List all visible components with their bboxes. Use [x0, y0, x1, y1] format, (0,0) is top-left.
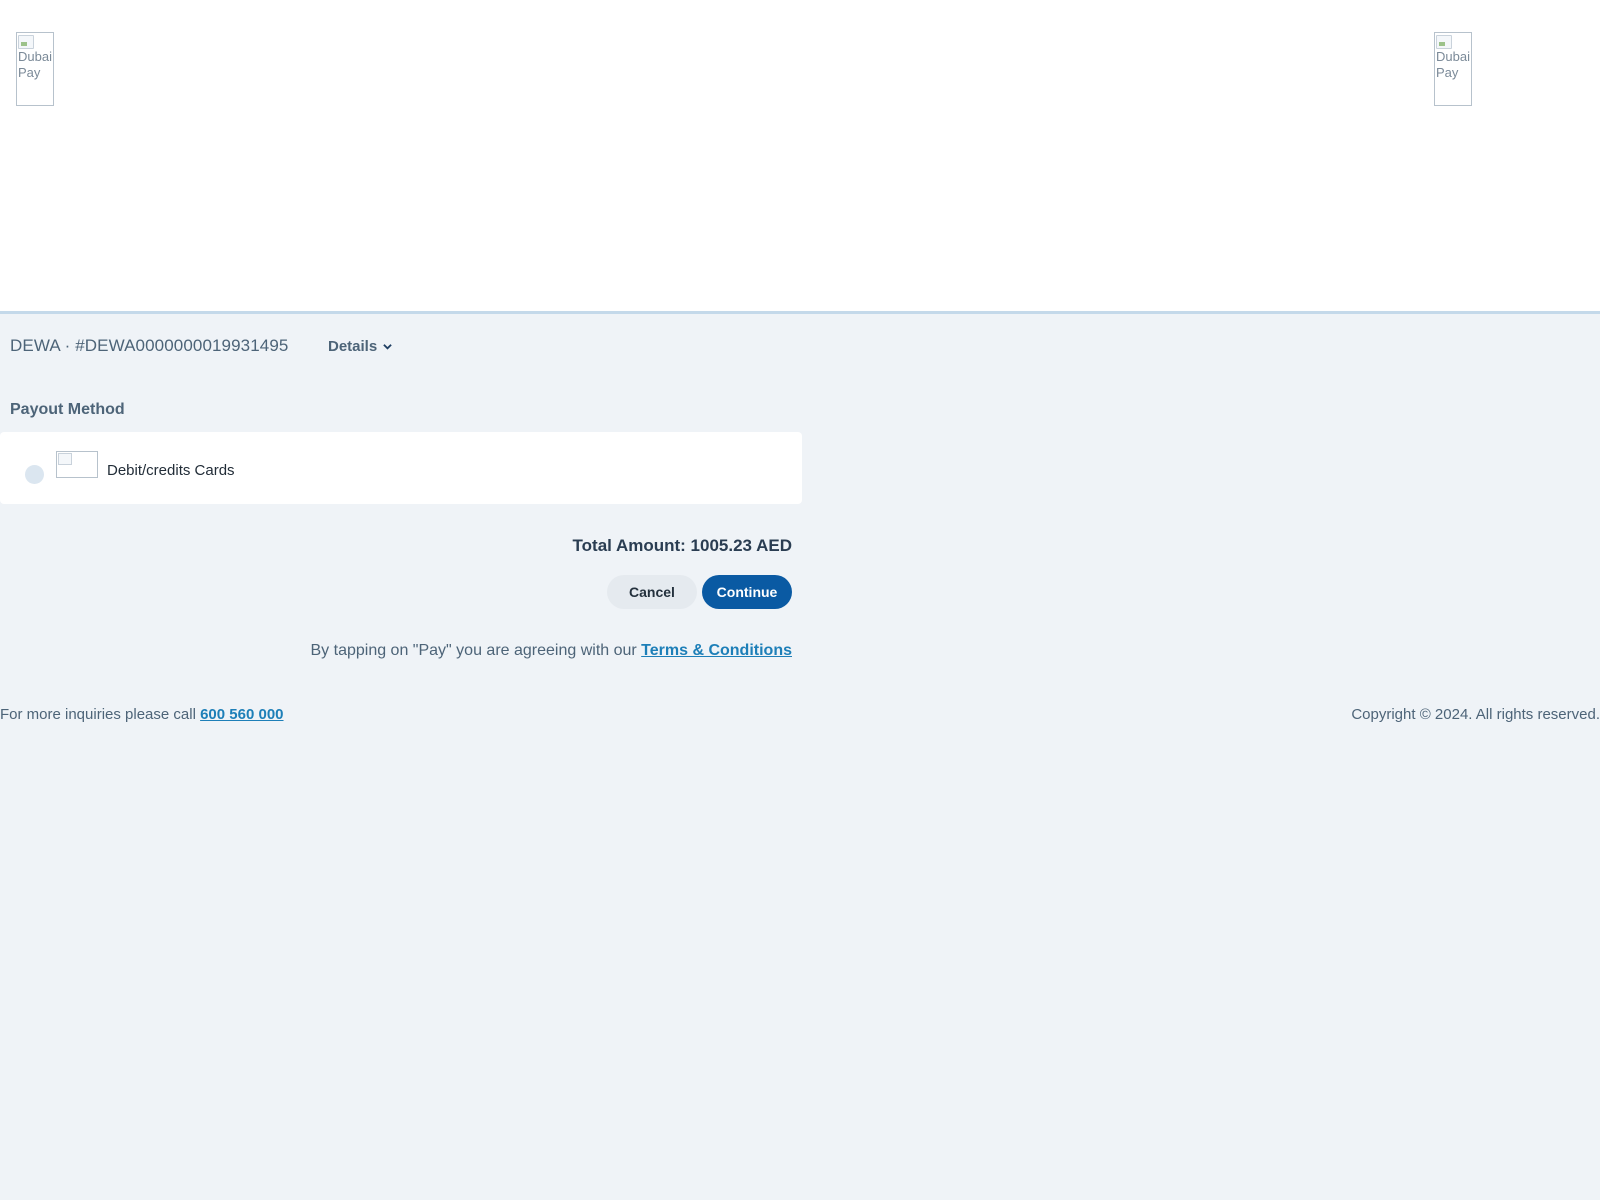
terms-link[interactable]: Terms & Conditions	[641, 642, 792, 659]
inquiries-text: For more inquiries please call	[0, 706, 201, 723]
continue-button[interactable]: Continue	[702, 575, 792, 609]
logo-alt-text: Dubai Pay	[1436, 49, 1470, 80]
agreement-text: By tapping on "Pay" you are agreeing wit…	[310, 642, 642, 659]
broken-image-icon	[18, 35, 34, 49]
card-method-image	[56, 451, 98, 478]
broken-image-icon	[1436, 35, 1452, 49]
total-amount: Total Amount: 1005.23 AED	[572, 536, 792, 555]
inquiries-line: For more inquiries please call 600 560 0…	[0, 706, 284, 723]
method-radio[interactable]	[25, 465, 44, 484]
broken-image-icon	[58, 453, 72, 465]
terms-agreement: By tapping on "Pay" you are agreeing wit…	[311, 642, 793, 660]
method-label: Debit/credits Cards	[107, 462, 235, 479]
chevron-down-icon	[383, 344, 392, 350]
order-reference: DEWA · #DEWA0000000019931495	[10, 336, 289, 355]
dubai-pay-logo-right[interactable]: Dubai Pay	[1434, 32, 1472, 106]
page-header: Dubai Pay Dubai Pay	[0, 0, 1600, 314]
details-toggle[interactable]: Details	[328, 338, 392, 355]
copyright: Copyright © 2024. All rights reserved.	[1351, 706, 1600, 723]
phone-link[interactable]: 600 560 000	[200, 706, 283, 723]
dubai-pay-logo-left[interactable]: Dubai Pay	[16, 32, 54, 106]
cancel-button[interactable]: Cancel	[607, 575, 697, 609]
details-label: Details	[328, 338, 378, 355]
logo-alt-text: Dubai Pay	[18, 49, 52, 80]
payout-method-title: Payout Method	[10, 401, 125, 418]
payout-method-option[interactable]: Debit/credits Cards	[0, 432, 802, 504]
